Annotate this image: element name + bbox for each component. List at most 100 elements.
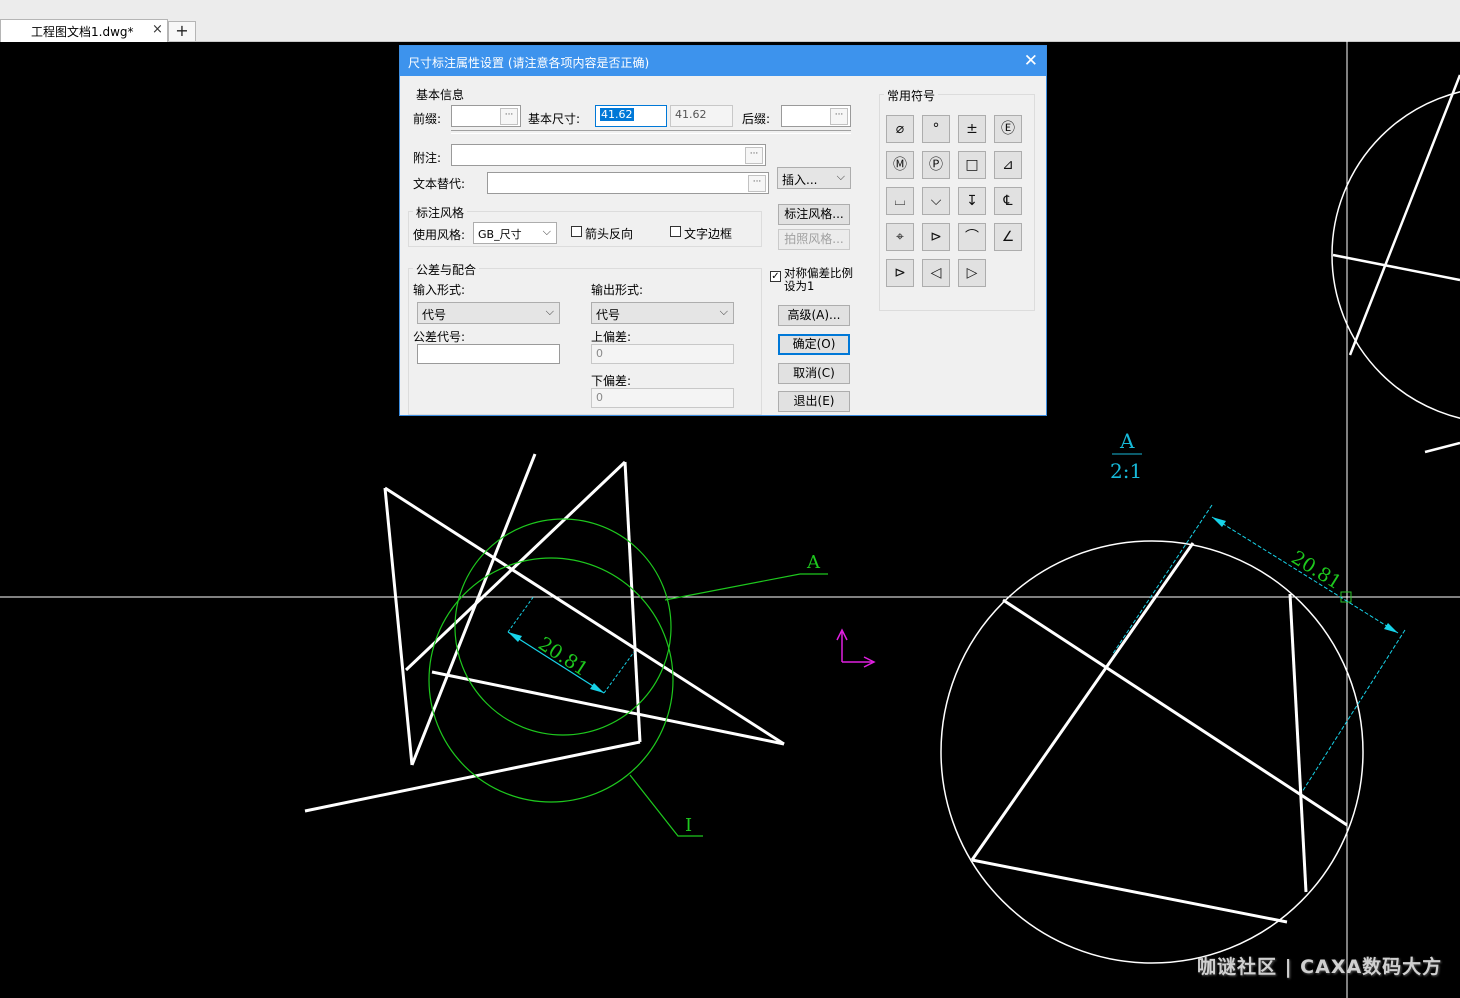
advanced-button[interactable]: 高级(A)... [778,305,850,326]
symbol-arc-button[interactable]: ⌒ [958,223,986,251]
line-right-5 [971,858,1288,924]
dim-right-ext-1 [1111,504,1213,656]
circle-top-right [1331,91,1460,419]
dim-right-arrow-1 [1212,517,1226,527]
symbol-counterbore-button[interactable]: ⌴ [886,187,914,215]
note-browse-button[interactable]: ··· [745,147,763,164]
upper-deviation-input[interactable]: 0 [591,344,734,364]
symbol-square-button[interactable]: □ [958,151,986,179]
dialog-titlebar[interactable]: 尺寸标注属性设置 (请注意各项内容是否正确) ✕ [400,46,1046,76]
cancel-button[interactable]: 取消(C) [778,363,850,384]
chevron-down-icon: ⌵ [719,305,728,318]
measured-size-field: 41.62 [670,105,733,127]
note-input[interactable]: ··· [451,144,766,166]
input-form-value: 代号 [422,308,447,322]
symbol-taper-button[interactable]: ⊳ [922,223,950,251]
base-size-input[interactable]: 41.62 [595,105,667,127]
insert-dropdown[interactable]: 插入... ⌵ [777,167,851,189]
upper-deviation-label: 上偏差: [591,330,632,344]
text-border-checkbox[interactable] [670,226,681,237]
line-top-right-2 [1332,253,1460,282]
prefix-label: 前缀: [413,112,442,126]
measured-size-value: 41.62 [675,108,707,121]
symbol-angle-button[interactable]: ∠ [994,223,1022,251]
dim-left-arrow-1 [508,632,522,642]
symbol-position-button[interactable]: ⌖ [886,223,914,251]
dialog-close-icon[interactable]: ✕ [1024,51,1038,71]
chevron-down-icon: ⌵ [545,305,554,318]
chevron-down-icon: ⌵ [542,225,551,238]
input-form-label: 输入形式: [413,283,466,297]
symbol-projected-button[interactable]: Ⓟ [922,151,950,179]
symbol-degree-button[interactable]: ° [922,115,950,143]
output-form-dropdown[interactable]: 代号 ⌵ [591,302,734,324]
symbol-depth-button[interactable]: ↧ [958,187,986,215]
document-tab[interactable]: 工程图文档1.dwg* × [0,19,168,42]
document-tab-label: 工程图文档1.dwg* [31,25,134,39]
symmetric-ratio-checkbox[interactable]: ✓ [770,271,781,282]
use-style-dropdown[interactable]: GB_尺寸 ⌵ [473,222,557,244]
arrow-reverse-label: 箭头反向 [585,227,634,241]
watermark: 咖谜社区 | CAXA数码大方 [1197,956,1443,978]
view-label-letter: A [1119,429,1135,453]
dim-right-arrow-2 [1384,623,1398,633]
arrow-reverse-checkbox[interactable] [571,226,582,237]
tolerance-code-input[interactable] [417,344,560,364]
line-right-3 [1288,593,1308,893]
use-style-value: GB_尺寸 [478,228,522,241]
prefix-browse-button[interactable]: ··· [500,108,518,125]
dimension-properties-dialog: 尺寸标注属性设置 (请注意各项内容是否正确) ✕ 基本信息 前缀: ··· 基本… [399,45,1047,416]
suffix-label: 后缀: [742,112,771,126]
leader-I-label: I [685,815,692,836]
symbol-taper-small-button[interactable]: ⊳ [886,259,914,287]
new-tab-button[interactable]: + [168,21,196,41]
symbol-mmc-button[interactable]: Ⓜ [886,151,914,179]
tri-left-3 [410,453,537,766]
symbol-slope-button[interactable]: ⊿ [994,151,1022,179]
tri-left-6 [431,670,785,746]
insert-dropdown-label: 插入... [782,173,818,187]
symbol-countersink-button[interactable]: ⌵ [922,187,950,215]
suffix-browse-button[interactable]: ··· [830,108,848,125]
symbol-cone-left-button[interactable]: ◁ [922,259,950,287]
dim-left-text: 20.81 [534,633,592,681]
leader-A [664,573,828,601]
symbol-cone-right-button[interactable]: ▷ [958,259,986,287]
symbol-envelope-button[interactable]: Ⓔ [994,115,1022,143]
suffix-input[interactable]: ··· [781,105,851,127]
chevron-down-icon: ⌵ [836,170,845,183]
prefix-input[interactable]: ··· [451,105,521,127]
tab-close-icon[interactable]: × [152,22,163,37]
line-top-right-3 [1424,441,1460,454]
text-replace-input[interactable]: ··· [487,172,769,194]
dimension-style-button[interactable]: 标注风格... [778,204,850,225]
basic-info-group-title: 基本信息 [413,86,468,103]
symbol-diameter-button[interactable]: ⌀ [886,115,914,143]
tolerance-code-label: 公差代号: [413,330,466,344]
use-style-label: 使用风格: [413,228,466,242]
symbol-centerline-button[interactable]: ℄ [994,187,1022,215]
lower-deviation-label: 下偏差: [591,374,632,388]
dim-left-ext-2 [507,595,535,633]
dim-left-arrow-2 [590,683,604,693]
base-size-value: 41.62 [600,108,634,121]
input-form-dropdown[interactable]: 代号 ⌵ [417,302,560,324]
text-replace-browse-button[interactable]: ··· [748,175,766,192]
text-border-label: 文字边框 [684,227,733,241]
symbol-plus-minus-button[interactable]: ± [958,115,986,143]
photo-style-button[interactable]: 拍照风格... [778,229,850,250]
lower-deviation-value: 0 [596,391,603,404]
ok-button[interactable]: 确定(O) [778,334,850,355]
tri-left-5 [623,461,642,743]
dim-left-ext [603,651,635,694]
dialog-title: 尺寸标注属性设置 (请注意各项内容是否正确) [408,56,650,70]
symmetric-ratio-label-2: 设为1 [784,279,815,293]
base-size-label: 基本尺寸: [528,112,581,126]
tri-left-2 [384,486,785,746]
note-label: 附注: [413,151,442,165]
tri-left-7 [304,740,641,813]
leader-A-label: A [806,552,821,573]
exit-button[interactable]: 退出(E) [778,391,850,412]
basic-separator [451,130,851,134]
lower-deviation-input[interactable]: 0 [591,388,734,408]
